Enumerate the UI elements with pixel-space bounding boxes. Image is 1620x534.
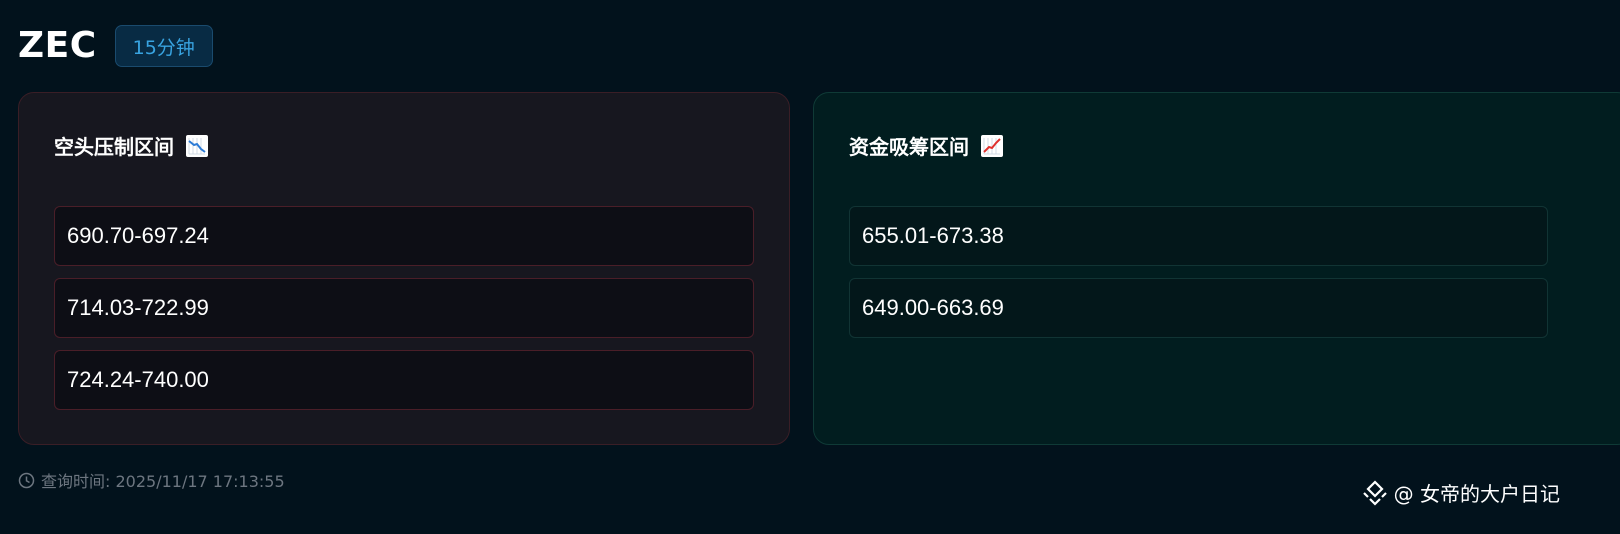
app-root: ZEC 15分钟 空头压制区间 690.70-697.24 714.03-722… bbox=[0, 0, 1620, 534]
long-range-list: 655.01-673.38 649.00-663.69 bbox=[849, 206, 1548, 350]
short-range-item: 714.03-722.99 bbox=[54, 278, 754, 338]
short-range-item: 724.24-740.00 bbox=[54, 350, 754, 410]
query-time-text: 查询时间: 2025/11/17 17:13:55 bbox=[41, 472, 285, 491]
short-range-item: 690.70-697.24 bbox=[54, 206, 754, 266]
chart-increasing-icon bbox=[981, 134, 1003, 157]
query-time: 查询时间: 2025/11/17 17:13:55 bbox=[18, 468, 285, 492]
symbol-title: ZEC bbox=[18, 25, 97, 66]
clock-icon bbox=[18, 472, 35, 489]
long-range-item: 649.00-663.69 bbox=[849, 278, 1548, 338]
header: ZEC 15分钟 bbox=[18, 22, 213, 70]
short-range-list: 690.70-697.24 714.03-722.99 724.24-740.0… bbox=[54, 206, 754, 422]
short-panel-title-text: 空头压制区间 bbox=[54, 135, 174, 159]
watermark-text: @ 女帝的大户日记 bbox=[1393, 482, 1560, 506]
short-pressure-panel: 空头压制区间 690.70-697.24 714.03-722.99 724.2… bbox=[18, 92, 790, 445]
timeframe-badge[interactable]: 15分钟 bbox=[114, 25, 213, 67]
long-panel-title-text: 资金吸筹区间 bbox=[849, 135, 969, 159]
accumulation-panel: 资金吸筹区间 655.01-673.38 649.00-663.69 bbox=[813, 92, 1620, 445]
binance-logo-icon bbox=[1362, 479, 1388, 506]
chart-decreasing-icon bbox=[186, 134, 208, 157]
long-range-item: 655.01-673.38 bbox=[849, 206, 1548, 266]
long-panel-title: 资金吸筹区间 bbox=[849, 131, 1003, 160]
short-panel-title: 空头压制区间 bbox=[54, 131, 208, 160]
watermark: @ 女帝的大户日记 bbox=[1362, 478, 1560, 507]
